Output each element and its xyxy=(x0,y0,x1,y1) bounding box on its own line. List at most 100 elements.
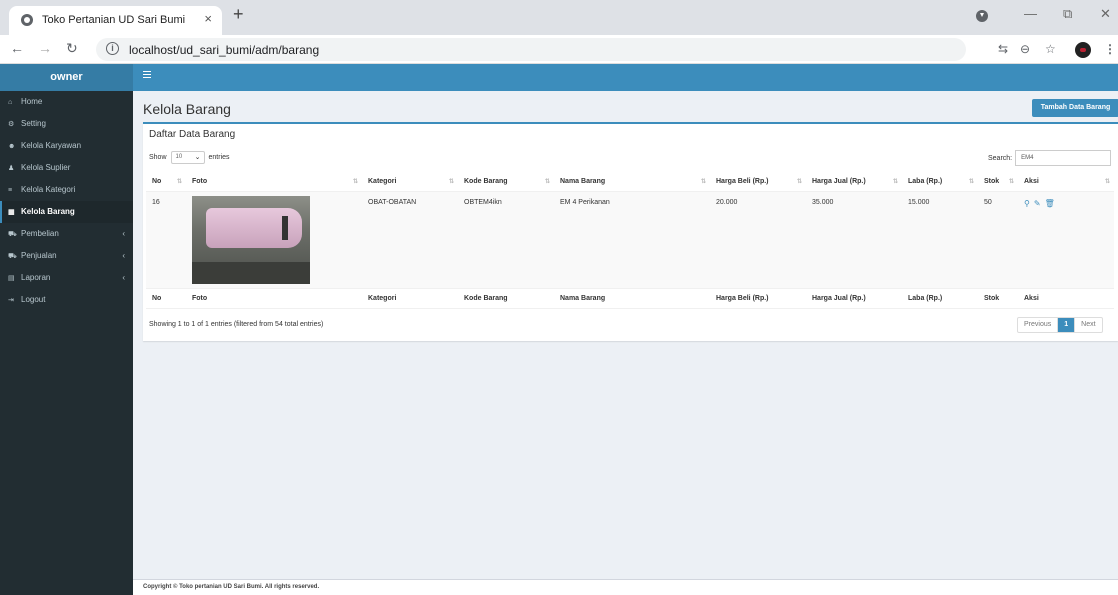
previous-page-button[interactable]: Previous xyxy=(1018,318,1059,332)
column-footer: No xyxy=(146,288,186,309)
sidebar-item-pembelian[interactable]: ⛟ Pembelian ‹ xyxy=(0,223,133,245)
avatar[interactable] xyxy=(1075,42,1091,58)
back-arrow-icon[interactable]: ← xyxy=(10,40,24,56)
data-box: Daftar Data Barang Show 10 ⌄ entries Sea… xyxy=(143,122,1118,341)
search-input[interactable]: EM4 xyxy=(1015,150,1112,166)
page-length-select[interactable]: 10 ⌄ xyxy=(170,151,205,164)
page-length-control: Show 10 ⌄ entries xyxy=(149,151,230,164)
column-header-label: Harga Beli (Rp.) xyxy=(716,178,769,186)
column-header-label: No xyxy=(152,178,162,186)
sidebar-item-kelola-karyawan[interactable]: ☻ Kelola Karyawan xyxy=(0,135,133,157)
sidebar-brand[interactable]: owner xyxy=(0,64,133,91)
column-footer-label: Kategori xyxy=(368,294,397,302)
sidebar-item-laporan[interactable]: ▤ Laporan ‹ xyxy=(0,267,133,289)
entries-label: entries xyxy=(208,154,230,161)
sidebar-menu: ⌂ Home ⚙ Setting ☻ Kelola Karyawan ♟ Kelola Sup… xyxy=(0,91,133,311)
column-header[interactable]: Kategori ⇅ xyxy=(362,173,458,192)
sidebar-item-kelola-barang[interactable]: ▦ Kelola Barang xyxy=(0,201,133,223)
sort-icon: ⇅ xyxy=(544,179,550,185)
sidebar-item-label: Kelola Kategori xyxy=(21,185,76,194)
user-icon: ♟ xyxy=(8,165,15,172)
sidebar-item-penjualan[interactable]: ⛟ Penjualan ‹ xyxy=(0,245,133,267)
product-photo xyxy=(192,195,310,284)
profile-download-icon[interactable] xyxy=(976,10,988,22)
info-icon[interactable]: i xyxy=(106,42,119,55)
sort-icon: ⇅ xyxy=(352,179,358,185)
table-body: 16 OBAT-OBATAN OBTEM4ikn EM 4 Perikanan 20.0… xyxy=(146,191,1114,289)
column-header-label: Kategori xyxy=(368,178,397,186)
page-title: Kelola Barang xyxy=(143,101,231,117)
column-footer: Harga Beli (Rp.) xyxy=(710,288,806,309)
sidebar-item-label: Kelola Karyawan xyxy=(21,141,82,150)
items-table: No ⇅ Foto ⇅ Kategori ⇅ Kode Barang ⇅ Nama Barang… xyxy=(146,173,1114,309)
column-header[interactable]: Foto ⇅ xyxy=(186,173,362,192)
column-header[interactable]: Aksi ⇅ xyxy=(1018,173,1114,192)
star-icon[interactable]: ☆ xyxy=(1045,42,1056,56)
sidebar-item-label: Setting xyxy=(21,119,46,128)
column-header[interactable]: Harga Beli (Rp.) ⇅ xyxy=(710,173,806,192)
sidebar: owner ⌂ Home ⚙ Setting ☻ Kelola Karyawan ♟ Kelo… xyxy=(0,64,133,595)
translate-icon[interactable]: ⇆ xyxy=(998,42,1008,56)
next-page-button[interactable]: Next xyxy=(1075,318,1101,332)
url-text: localhost/ud_sari_bumi/adm/barang xyxy=(129,43,320,57)
table-row: 16 OBAT-OBATAN OBTEM4ikn EM 4 Perikanan 20.0… xyxy=(146,191,1114,289)
sort-icon: ⇅ xyxy=(892,179,898,185)
sort-icon: ⇅ xyxy=(700,179,706,185)
column-footer: Laba (Rp.) xyxy=(902,288,978,309)
table-info: Showing 1 to 1 of 1 entries (filtered fr… xyxy=(149,321,324,328)
column-footer-label: Harga Jual (Rp.) xyxy=(812,294,866,302)
column-header[interactable]: Harga Jual (Rp.) ⇅ xyxy=(806,173,902,192)
column-header[interactable]: Kode Barang ⇅ xyxy=(458,173,554,192)
trash-icon[interactable]: 🗑 xyxy=(1045,199,1055,208)
sidebar-item-kelola-suplier[interactable]: ♟ Kelola Suplier xyxy=(0,157,133,179)
column-header[interactable]: Nama Barang ⇅ xyxy=(554,173,710,192)
column-footer-label: No xyxy=(152,294,162,302)
sidebar-item-label: Logout xyxy=(21,295,46,304)
column-header[interactable]: Laba (Rp.) ⇅ xyxy=(902,173,978,192)
sidebar-item-home[interactable]: ⌂ Home xyxy=(0,91,133,113)
column-header-label: Stok xyxy=(984,178,1000,186)
url-field[interactable]: i localhost/ud_sari_bumi/adm/barang xyxy=(96,38,966,61)
sidebar-item-logout[interactable]: ⇥ Logout xyxy=(0,289,133,311)
column-header[interactable]: Stok ⇅ xyxy=(978,173,1018,192)
new-tab-button[interactable]: + xyxy=(233,4,244,25)
forward-arrow-icon[interactable]: → xyxy=(38,40,52,56)
search-icon[interactable]: ⚲ xyxy=(1024,199,1030,208)
cell-harga-beli: 20.000 xyxy=(710,191,806,289)
browser-tab[interactable]: Toko Pertanian UD Sari Bumi × xyxy=(9,6,222,35)
cell-no: 16 xyxy=(146,191,186,289)
reload-icon[interactable]: ↻ xyxy=(66,40,78,57)
zoom-icon[interactable]: ⊖ xyxy=(1020,42,1030,56)
add-item-button[interactable]: Tambah Data Barang xyxy=(1032,99,1118,117)
column-header[interactable]: No ⇅ xyxy=(146,173,186,192)
cell-stok: 50 xyxy=(978,191,1018,289)
column-header-label: Kode Barang xyxy=(464,178,508,186)
edit-icon[interactable]: ✎ xyxy=(1034,199,1041,208)
column-header-label: Nama Barang xyxy=(560,178,606,186)
sort-icon: ⇅ xyxy=(796,179,802,185)
sidebar-item-label: Laporan xyxy=(21,273,51,282)
sidebar-item-kelola-kategori[interactable]: ≡ Kelola Kategori xyxy=(0,179,133,201)
column-footer: Kode Barang xyxy=(458,288,554,309)
column-footer: Harga Jual (Rp.) xyxy=(806,288,902,309)
chevron-left-icon: ‹ xyxy=(122,251,125,260)
cell-nama: EM 4 Perikanan xyxy=(554,191,710,289)
close-tab-button[interactable]: × xyxy=(204,11,212,26)
sort-icon: ⇅ xyxy=(1104,179,1110,185)
sidebar-item-label: Penjualan xyxy=(21,251,57,260)
cell-kategori: OBAT-OBATAN xyxy=(362,191,458,289)
minimize-button[interactable]: — xyxy=(1024,6,1037,21)
sidebar-item-setting[interactable]: ⚙ Setting xyxy=(0,113,133,135)
restore-button[interactable]: ⧉ xyxy=(1063,6,1072,22)
current-page-button[interactable]: 1 xyxy=(1058,318,1076,332)
close-window-button[interactable]: ✕ xyxy=(1100,6,1111,22)
menu-dots-icon[interactable]: ⋮ xyxy=(1104,42,1116,56)
box-title: Daftar Data Barang xyxy=(149,129,236,140)
page-length-value: 10 xyxy=(175,154,183,160)
sidebar-item-label: Home xyxy=(21,97,43,106)
cell-kode: OBTEM4ikn xyxy=(458,191,554,289)
pagination: Previous 1 Next xyxy=(1017,317,1103,333)
gear-icon: ⚙ xyxy=(8,121,15,128)
hamburger-icon[interactable] xyxy=(143,71,151,80)
address-bar: ← → ↻ i localhost/ud_sari_bumi/adm/baran… xyxy=(0,35,1118,64)
